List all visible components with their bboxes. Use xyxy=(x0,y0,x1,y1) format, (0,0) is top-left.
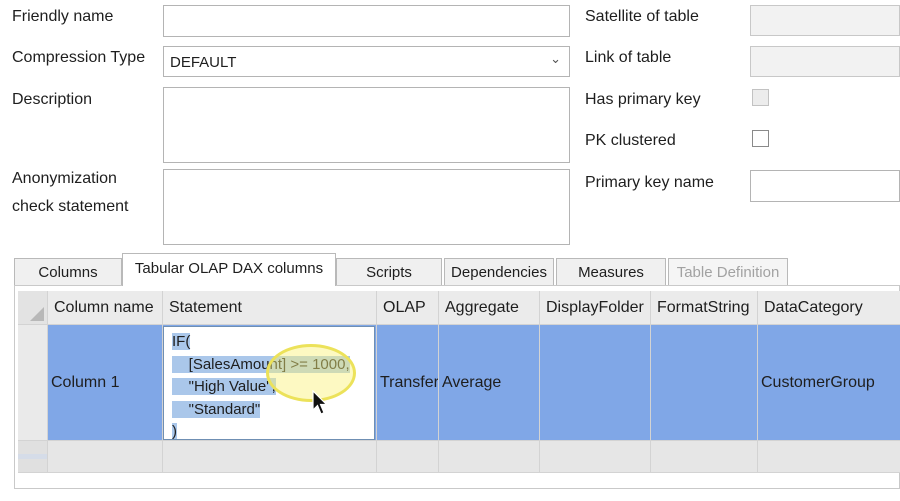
friendly-name-label: Friendly name xyxy=(12,8,114,25)
anonymization-label-line-1: Anonymization xyxy=(12,170,117,187)
new-row-cell[interactable] xyxy=(163,441,377,473)
satellite-of-table-label: Satellite of table xyxy=(585,8,699,25)
cell-display-folder[interactable] xyxy=(540,325,651,441)
chevron-down-icon[interactable]: ⌄ xyxy=(550,51,561,67)
cell-aggregate[interactable]: Average xyxy=(439,325,540,441)
new-row-cell[interactable] xyxy=(439,441,540,473)
cell-data-category[interactable]: CustomerGroup xyxy=(758,325,900,441)
compression-type-label: Compression Type xyxy=(12,49,146,66)
tab-tabular-olap-dax-columns[interactable]: Tabular OLAP DAX columns xyxy=(122,253,336,286)
header-format-string[interactable]: FormatString xyxy=(651,291,758,325)
link-of-table-label: Link of table xyxy=(585,49,672,66)
statement-line: "Standard" xyxy=(172,400,261,418)
description-textarea[interactable] xyxy=(163,87,570,163)
new-row-cell[interactable] xyxy=(377,441,439,473)
tab-scripts[interactable]: Scripts xyxy=(336,258,442,286)
cell-olap[interactable]: Transfer xyxy=(377,325,439,441)
new-row-cell[interactable] xyxy=(48,441,163,473)
cell-column-name[interactable]: Column 1 xyxy=(48,325,163,441)
header-column-name[interactable]: Column name xyxy=(48,291,163,325)
statement-line: "High Value", xyxy=(172,378,276,395)
mouse-pointer-icon xyxy=(312,390,328,415)
row-header[interactable] xyxy=(18,325,48,441)
cell-format-string[interactable] xyxy=(651,325,758,441)
primary-key-name-input[interactable] xyxy=(750,170,900,202)
tab-columns[interactable]: Columns xyxy=(14,258,122,286)
statement-line: ) xyxy=(172,423,177,440)
header-data-category[interactable]: DataCategory xyxy=(758,291,900,325)
dax-columns-grid: Column name Statement OLAP Aggregate Dis… xyxy=(18,291,900,473)
statement-line: [SalesAmount] >= 1000, xyxy=(172,355,350,373)
tab-table-definition: Table Definition xyxy=(668,258,788,286)
new-row-header[interactable] xyxy=(18,441,48,473)
statement-editor[interactable]: IF( [SalesAmount] >= 1000, "High Value",… xyxy=(163,326,375,440)
anonymization-label: Anonymization check statement xyxy=(12,165,129,221)
header-display-folder[interactable]: DisplayFolder xyxy=(540,291,651,325)
compression-type-value: DEFAULT xyxy=(170,54,237,71)
new-row-cell[interactable] xyxy=(758,441,900,473)
tab-measures[interactable]: Measures xyxy=(556,258,666,286)
link-of-table-select[interactable] xyxy=(750,46,900,77)
new-row-cell[interactable] xyxy=(651,441,758,473)
satellite-of-table-select[interactable] xyxy=(750,5,900,36)
friendly-name-input[interactable] xyxy=(163,5,570,37)
header-olap[interactable]: OLAP xyxy=(377,291,439,325)
header-statement[interactable]: Statement xyxy=(163,291,377,325)
new-row-cell[interactable] xyxy=(540,441,651,473)
tab-strip: Columns Tabular OLAP DAX columns Scripts… xyxy=(14,253,900,286)
tab-dependencies[interactable]: Dependencies xyxy=(444,258,554,286)
anonymization-textarea[interactable] xyxy=(163,169,570,245)
description-label: Description xyxy=(12,91,93,108)
pk-clustered-checkbox[interactable] xyxy=(752,130,769,147)
anonymization-label-line-2: check statement xyxy=(12,198,129,215)
compression-type-select[interactable]: DEFAULT ⌄ xyxy=(163,46,570,77)
statement-line: IF( xyxy=(172,333,191,350)
select-all-corner[interactable] xyxy=(18,291,48,325)
pk-clustered-label: PK clustered xyxy=(585,132,676,149)
has-primary-key-checkbox[interactable] xyxy=(752,89,769,106)
has-primary-key-label: Has primary key xyxy=(585,91,701,108)
primary-key-name-label: Primary key name xyxy=(585,174,714,191)
header-aggregate[interactable]: Aggregate xyxy=(439,291,540,325)
